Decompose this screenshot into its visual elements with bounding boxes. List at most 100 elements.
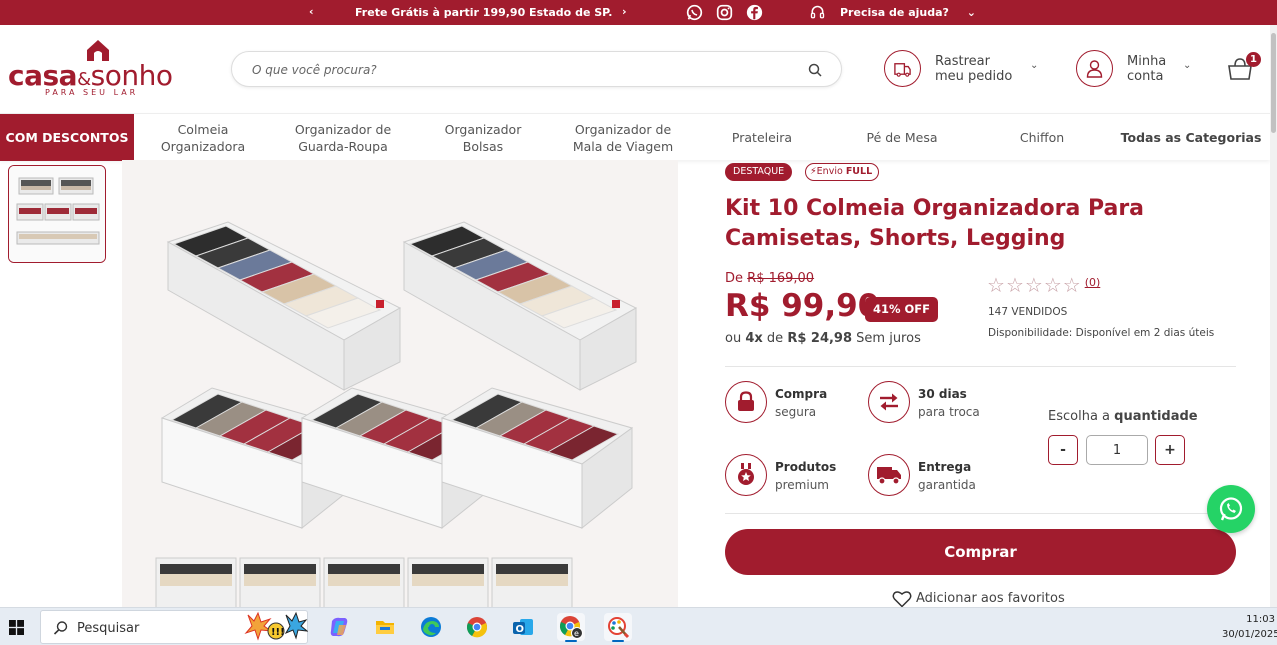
medal-icon — [738, 463, 754, 485]
logo-tagline: PARA SEU LAR — [45, 88, 139, 97]
favorites-label: Adicionar aos favoritos — [916, 591, 1065, 606]
help-link[interactable]: Precisa de ajuda? ⌄ — [840, 6, 976, 19]
search-icon[interactable] — [807, 62, 823, 78]
quantity-decrease-button[interactable]: - — [1048, 435, 1078, 465]
file-explorer-app[interactable] — [371, 613, 399, 641]
thumbnail-image — [9, 166, 105, 262]
cart-button[interactable]: 1 — [1227, 52, 1263, 82]
lock-icon — [738, 391, 754, 411]
track-order-button[interactable]: Rastrear meu pedido ⌄ — [884, 50, 1049, 90]
installments: ou 4x de R$ 24,98 Sem juros — [725, 331, 921, 346]
edge-app[interactable] — [417, 613, 445, 641]
quantity-label-prefix: Escolha a — [1048, 409, 1111, 424]
installment-count: 4x — [745, 331, 763, 346]
nav-item-chiffon[interactable]: Chiffon — [992, 114, 1092, 161]
feature-subtitle: segura — [775, 405, 817, 419]
nav-item-colmeia[interactable]: Colmeia Organizadora — [148, 114, 258, 161]
star-icon: ☆ — [1005, 273, 1024, 297]
feature-circle — [868, 454, 910, 496]
quantity-input[interactable] — [1086, 435, 1148, 465]
lightning-icon: ⚡ — [810, 166, 817, 177]
whatsapp-icon[interactable] — [686, 4, 703, 21]
quantity-increase-button[interactable]: + — [1155, 435, 1185, 465]
clock-time: 11:03 — [1246, 614, 1275, 625]
exchange-icon — [880, 393, 898, 411]
cart-count-badge: 1 — [1246, 52, 1261, 67]
truck-icon — [877, 467, 901, 485]
divider — [725, 366, 1236, 367]
outlook-app[interactable]: O — [509, 613, 537, 641]
active-indicator — [612, 640, 624, 642]
nav-item-prateleira[interactable]: Prateleira — [712, 114, 812, 161]
paint-app[interactable] — [604, 613, 632, 642]
announcement-prev-button[interactable]: ‹ — [309, 5, 314, 18]
taskbar-search-label: Pesquisar — [77, 621, 140, 636]
facebook-icon[interactable] — [746, 4, 763, 21]
discount-badge: 41% OFF — [865, 297, 939, 322]
nav-item-pe-de-mesa[interactable]: Pé de Mesa — [852, 114, 952, 161]
chrome-icon — [467, 617, 487, 638]
taskbar-search-box[interactable]: Pesquisar !!! — [40, 610, 308, 644]
clock-date: 30/01/2025 — [1222, 629, 1277, 640]
category-nav: COM DESCONTOS Colmeia Organizadora Organ… — [0, 113, 1270, 161]
account-button[interactable]: Minha conta ⌄ — [1076, 50, 1201, 90]
quantity-label-bold: quantidade — [1114, 409, 1198, 424]
nav-item-mala-viagem[interactable]: Organizador de Mala de Viagem — [558, 114, 688, 161]
old-price-prefix: De — [725, 271, 744, 286]
installment-suffix: Sem juros — [856, 331, 921, 346]
product-photo — [122, 160, 678, 607]
instagram-icon[interactable] — [716, 4, 733, 21]
announcement-next-button[interactable]: › — [622, 5, 627, 18]
shipping-prefix: Envio — [816, 166, 843, 177]
nav-item-bolsas[interactable]: Organizador Bolsas — [428, 114, 538, 161]
review-count-link[interactable]: (0) — [1085, 276, 1101, 289]
feature-subtitle: garantida — [918, 478, 976, 492]
site-logo[interactable]: casa&sonho PARA SEU LAR — [8, 38, 188, 100]
page-scrollbar[interactable] — [1270, 25, 1277, 607]
search-bar — [231, 51, 842, 87]
feature-circle — [725, 381, 767, 423]
nav-item-all-categories[interactable]: Todas as Categorias — [1112, 114, 1270, 161]
feature-premium: Produtos premium — [725, 454, 860, 498]
product-thumbnail[interactable] — [8, 165, 106, 263]
divider — [725, 513, 1236, 514]
availability: Disponibilidade: Disponível em 2 dias út… — [988, 327, 1215, 339]
current-price: R$ 99,90 — [725, 288, 880, 324]
old-price: De R$ 169,00 — [725, 271, 814, 286]
scrollbar-thumb[interactable] — [1271, 33, 1276, 133]
headset-icon — [810, 5, 825, 19]
chrome-profile-app[interactable]: e — [557, 613, 585, 642]
feature-delivery: Entrega garantida — [868, 454, 1003, 498]
feature-circle — [868, 381, 910, 423]
nav-item-guarda-roupa[interactable]: Organizador de Guarda-Roupa — [278, 114, 408, 161]
star-icon: ☆ — [1062, 273, 1081, 297]
buy-button[interactable]: Comprar — [725, 529, 1236, 575]
track-order-label: Rastrear meu pedido — [935, 54, 1013, 84]
feature-secure-purchase: Compra segura — [725, 381, 860, 425]
feature-exchange: 30 dias para troca — [868, 381, 1003, 425]
shipping-full-badge: ⚡Envio FULL — [805, 163, 880, 181]
feature-title: Entrega — [918, 460, 972, 474]
old-price-value: R$ 169,00 — [747, 271, 815, 286]
windows-start-icon[interactable] — [9, 620, 24, 635]
star-icon: ☆ — [1024, 273, 1043, 297]
nav-item-discounts[interactable]: COM DESCONTOS — [0, 114, 134, 161]
chrome-app[interactable] — [463, 613, 491, 641]
whatsapp-chat-button[interactable] — [1207, 485, 1255, 533]
search-icon — [53, 621, 68, 635]
file-explorer-icon — [376, 621, 394, 634]
product-title: Kit 10 Colmeia Organizadora Para Camiset… — [725, 196, 1145, 251]
rating[interactable]: ☆☆☆☆☆ (0) — [987, 273, 1101, 297]
logo-amp: & — [77, 69, 91, 90]
search-input[interactable] — [252, 60, 792, 80]
installment-prefix: ou — [725, 331, 742, 346]
product-main-image[interactable] — [122, 160, 678, 607]
search-highlight-icon: !!! — [244, 611, 308, 641]
taskbar-clock[interactable]: 11:03 30/01/2025 — [1222, 612, 1277, 642]
account-label: Minha conta — [1127, 54, 1167, 84]
announcement-bar: ‹ Frete Grátis à partir 199,90 Estado de… — [0, 0, 1277, 25]
copilot-app[interactable] — [325, 613, 353, 641]
site-header: casa&sonho PARA SEU LAR Rastrear meu ped… — [0, 25, 1270, 113]
windows-taskbar: Pesquisar !!! O e 11:03 30/01/2025 — [0, 607, 1277, 645]
paint-icon — [608, 617, 630, 639]
